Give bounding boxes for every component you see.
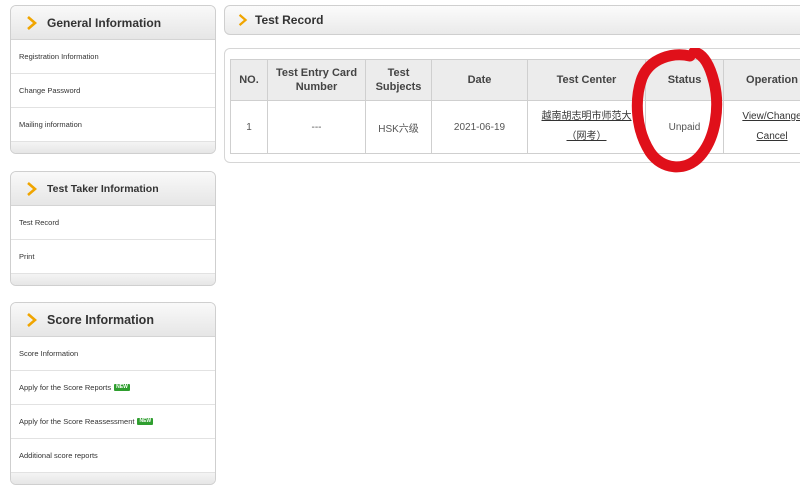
new-badge: NEW <box>114 384 130 391</box>
test-record-table: NO. Test Entry Card Number Test Subjects… <box>230 59 800 154</box>
panel-footer <box>11 142 215 153</box>
score-information-header: Score Information <box>11 303 215 337</box>
test-taker-information-title: Test Taker Information <box>47 182 159 195</box>
sidebar-item-label: Apply for the Score Reports <box>19 383 112 392</box>
sidebar-item-apply-score-reassessment[interactable]: Apply for the Score Reassessment NEW <box>11 405 215 439</box>
cell-subject: HSK六级 <box>365 100 432 154</box>
sidebar-item-additional-score-reports[interactable]: Additional score reports <box>11 439 215 473</box>
test-record-table-container: NO. Test Entry Card Number Test Subjects… <box>224 48 800 163</box>
cancel-link[interactable]: Cancel <box>726 127 800 147</box>
column-header-no: NO. <box>230 59 268 101</box>
cell-operation: View/Change Cancel <box>723 100 800 154</box>
test-center-mode-link[interactable]: （网考） <box>530 127 643 147</box>
score-information-title: Score Information <box>47 312 154 327</box>
panel-footer <box>11 274 215 285</box>
page-title: Test Record <box>255 13 324 27</box>
cell-no: 1 <box>230 100 268 154</box>
column-header-subjects: Test Subjects <box>365 59 432 101</box>
cell-card-number: --- <box>267 100 366 154</box>
test-taker-information-panel: Test Taker Information Test Record Print <box>10 171 216 286</box>
sidebar-item-label: Additional score reports <box>19 451 98 460</box>
sidebar-item-print[interactable]: Print <box>11 240 215 274</box>
test-taker-information-header: Test Taker Information <box>11 172 215 206</box>
view-change-link[interactable]: View/Change <box>726 107 800 127</box>
new-badge: NEW <box>137 418 154 425</box>
cell-date: 2021-06-19 <box>431 100 528 154</box>
sidebar-item-change-password[interactable]: Change Password <box>11 74 215 108</box>
cell-status: Unpaid <box>645 100 724 154</box>
sidebar-item-label: Registration Information <box>19 52 99 61</box>
sidebar-item-label: Print <box>19 252 35 261</box>
chevron-right-icon <box>238 14 248 26</box>
sidebar-item-apply-score-reports[interactable]: Apply for the Score Reports NEW <box>11 371 215 405</box>
sidebar-item-label: Score Information <box>19 349 79 358</box>
chevron-right-icon <box>27 181 37 196</box>
test-record-title-bar: Test Record <box>224 5 800 35</box>
chevron-right-icon <box>27 312 37 327</box>
general-information-header: General Information <box>11 6 215 40</box>
sidebar-item-label: Change Password <box>19 86 81 95</box>
test-center-link[interactable]: 越南胡志明市师范大 <box>530 107 643 127</box>
sidebar-item-label: Test Record <box>19 218 60 227</box>
sidebar-item-registration-information[interactable]: Registration Information <box>11 40 215 74</box>
panel-footer <box>11 473 215 484</box>
score-information-panel: Score Information Score Information Appl… <box>10 302 216 485</box>
sidebar-item-score-information[interactable]: Score Information <box>11 337 215 371</box>
column-header-test-center: Test Center <box>527 59 646 101</box>
column-header-status: Status <box>645 59 724 101</box>
column-header-date: Date <box>431 59 528 101</box>
sidebar-item-mailing-information[interactable]: Mailing information <box>11 108 215 142</box>
column-header-operation: Operation <box>723 59 800 101</box>
chevron-right-icon <box>27 15 37 30</box>
sidebar-item-label: Mailing information <box>19 120 82 129</box>
general-information-panel: General Information Registration Informa… <box>10 5 216 154</box>
general-information-title: General Information <box>47 15 162 30</box>
cell-test-center: 越南胡志明市师范大 （网考） <box>527 100 646 154</box>
sidebar-item-label: Apply for the Score Reassessment <box>19 417 135 426</box>
table-row: 1 --- HSK六级 2021-06-19 越南胡志明市师范大 （网考） Un… <box>230 100 800 154</box>
table-header-row: NO. Test Entry Card Number Test Subjects… <box>230 59 800 101</box>
sidebar-item-test-record[interactable]: Test Record <box>11 206 215 240</box>
column-header-card-number: Test Entry Card Number <box>267 59 366 101</box>
